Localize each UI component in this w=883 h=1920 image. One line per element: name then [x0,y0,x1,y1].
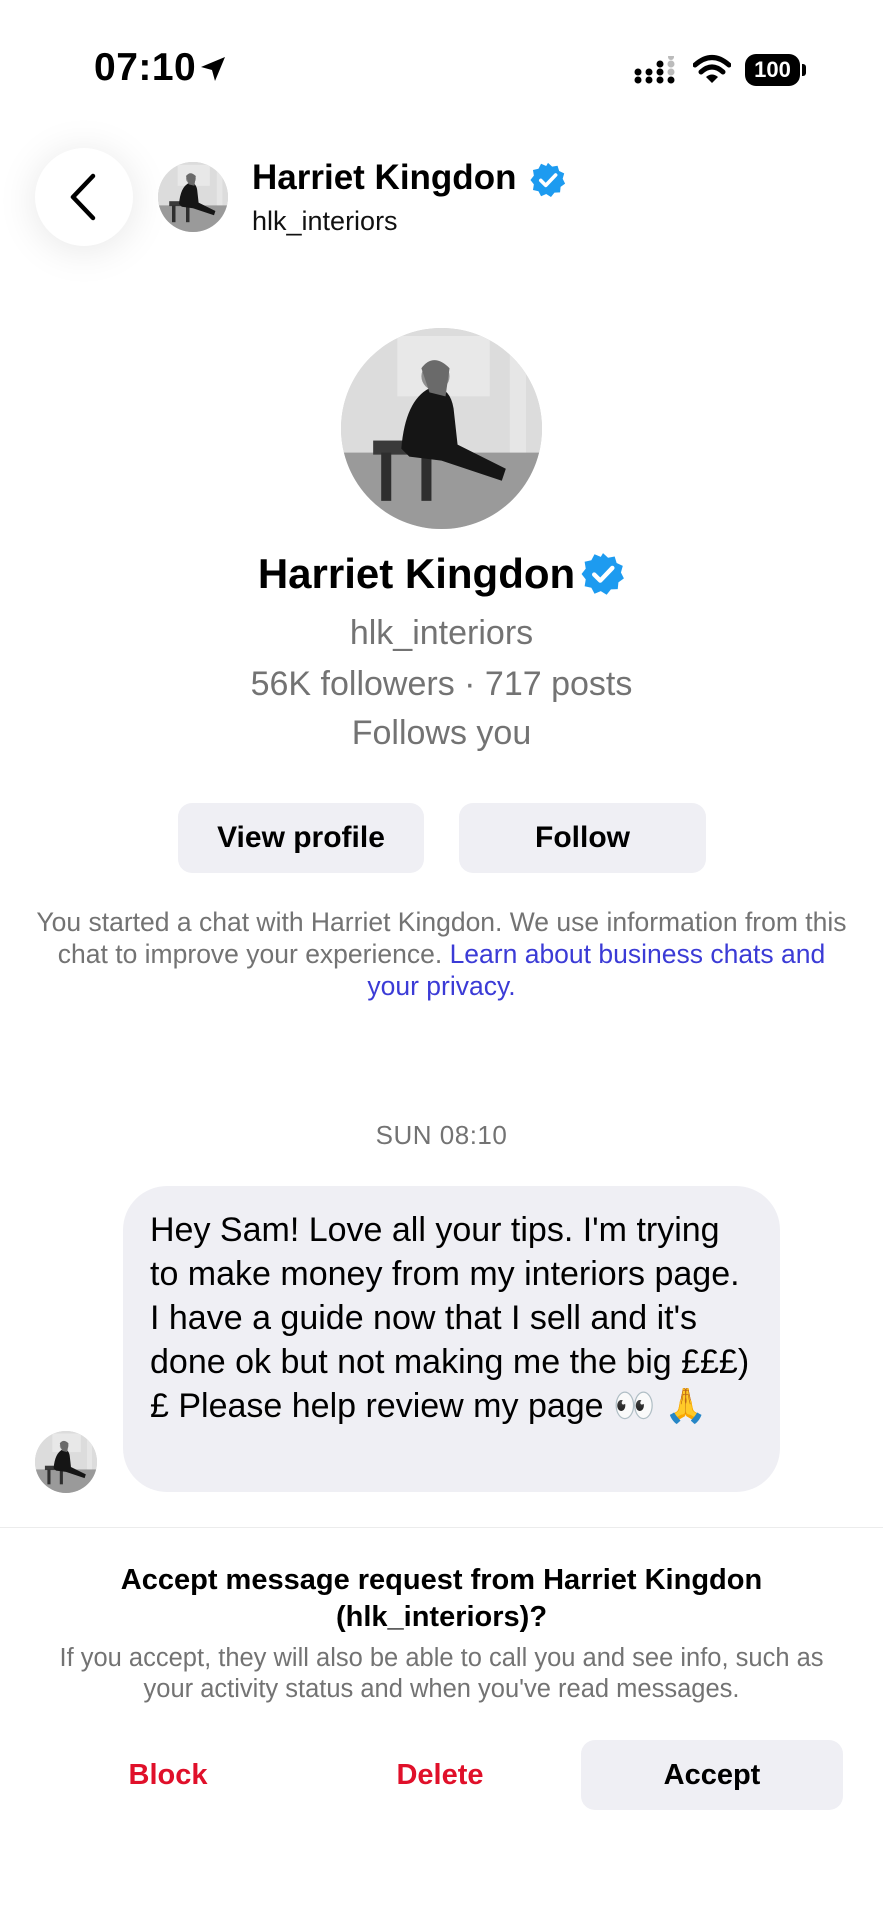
follow-button[interactable]: Follow [459,803,706,873]
profile-stats: 56K followers · 717 posts [250,665,633,703]
request-title: Accept message request from Harriet King… [120,1564,763,1633]
verified-badge-icon [581,552,625,596]
divider [0,1527,883,1528]
follows-you-label: Follows you [351,714,532,752]
back-button[interactable] [35,148,133,246]
battery-nub [802,64,806,76]
status-time: 07:10 [94,46,197,89]
message-sender-avatar[interactable] [35,1431,97,1493]
profile-username: hlk_interiors [349,614,534,652]
profile-avatar[interactable] [341,328,542,529]
location-arrow-icon [201,57,225,81]
profile-name: Harriet Kingdon [257,550,576,597]
request-description: If you accept, they will also be able to… [59,1644,824,1703]
block-button[interactable]: Block [78,1740,258,1810]
header-username: hlk_interiors [252,206,398,236]
notice-end: . [508,971,516,1001]
profile-name-row: Harriet Kingdon [0,550,883,598]
header-avatar[interactable] [158,162,228,232]
header-name[interactable]: Harriet Kingdon [252,158,516,198]
accept-button[interactable]: Accept [581,1740,843,1810]
business-chat-notice: You started a chat with Harriet Kingdon.… [30,906,853,1002]
chevron-left-icon [70,173,96,221]
view-profile-button[interactable]: View profile [178,803,424,873]
message-timestamp: SUN 08:10 [375,1120,508,1150]
delete-button[interactable]: Delete [350,1740,530,1810]
cellular-signal-icon [634,56,675,84]
wifi-icon [693,55,731,83]
battery-indicator: 100 [745,54,800,86]
verified-badge-icon [530,162,566,198]
message-bubble[interactable]: Hey Sam! Love all your tips. I'm trying … [123,1186,780,1492]
